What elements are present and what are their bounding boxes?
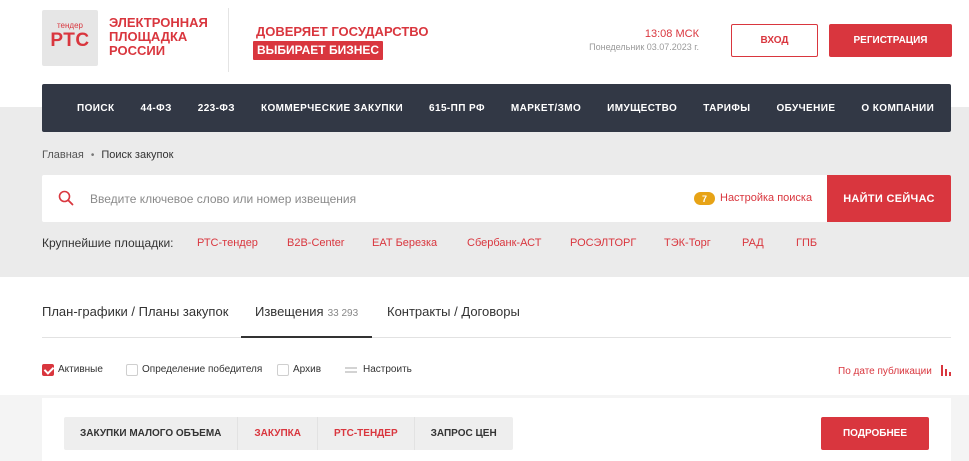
tabs-divider bbox=[42, 337, 951, 338]
tag-price-request: ЗАПРОС ЦЕН bbox=[430, 428, 497, 439]
nav-item-about[interactable]: О КОМПАНИИ bbox=[861, 103, 934, 114]
logo-rts-label: РТС bbox=[50, 30, 90, 51]
find-now-button[interactable]: НАЙТИ СЕЙЧАС bbox=[827, 175, 951, 222]
tag-rts-tender[interactable]: РТС-ТЕНДЕР bbox=[318, 417, 415, 450]
breadcrumb: Главная • Поиск закупок bbox=[42, 149, 173, 161]
nav-item-property[interactable]: ИМУЩЕСТВО bbox=[607, 103, 677, 114]
nav-item-market[interactable]: МАРКЕТ/ЗМО bbox=[511, 103, 581, 114]
tab-notices[interactable]: Извещения 33 293 bbox=[255, 304, 358, 319]
platform-link-tek[interactable]: ТЭК-Торг bbox=[664, 237, 711, 249]
slogan-line-2: ВЫБИРАЕТ БИЗНЕС bbox=[253, 41, 384, 60]
breadcrumb-current: Поиск закупок bbox=[101, 149, 174, 161]
clock-time: 13:08 МСК bbox=[644, 28, 699, 40]
search-settings-count: 7 bbox=[694, 192, 715, 205]
filter-active-checkbox[interactable] bbox=[42, 364, 54, 376]
filter-active-label[interactable]: Активные bbox=[58, 364, 103, 375]
configure-icon[interactable] bbox=[345, 366, 357, 374]
platforms-label: Крупнейшие площадки: bbox=[42, 236, 174, 250]
details-button[interactable]: ПОДРОБНЕЕ bbox=[821, 417, 929, 450]
filter-archive-checkbox[interactable] bbox=[277, 364, 289, 376]
search-bar: 7 Настройка поиска bbox=[42, 175, 827, 222]
tab-plans[interactable]: План-графики / Планы закупок bbox=[42, 304, 228, 319]
main-nav: ПОИСК 44-ФЗ 223-ФЗ КОММЕРЧЕСКИЕ ЗАКУПКИ … bbox=[42, 84, 951, 132]
logo-tagline: ЭЛЕКТРОННАЯ ПЛОЩАДКА РОССИИ bbox=[109, 15, 208, 58]
nav-item-commercial[interactable]: КОММЕРЧЕСКИЕ ЗАКУПКИ bbox=[261, 103, 403, 114]
nav-item-education[interactable]: ОБУЧЕНИЕ bbox=[776, 103, 835, 114]
nav-item-tariffs[interactable]: ТАРИФЫ bbox=[703, 103, 750, 114]
nav-item-615pp[interactable]: 615-ПП РФ bbox=[429, 103, 485, 114]
active-tab-indicator bbox=[241, 336, 372, 338]
login-button[interactable]: ВХОД bbox=[731, 24, 818, 57]
card-tags: ЗАКУПКИ МАЛОГО ОБЪЕМА ЗАКУПКА РТС-ТЕНДЕР… bbox=[64, 417, 513, 450]
header-divider bbox=[228, 8, 229, 72]
platform-link-sberbank[interactable]: Сбербанк-АСТ bbox=[467, 237, 541, 249]
tab-contracts-label: Контракты / Договоры bbox=[387, 304, 520, 319]
filter-winner-checkbox[interactable] bbox=[126, 364, 138, 376]
platform-link-roseltorg[interactable]: РОСЭЛТОРГ bbox=[570, 237, 636, 249]
slogan-line-1: ДОВЕРЯЕТ ГОСУДАРСТВО bbox=[256, 24, 429, 39]
tag-purchase[interactable]: ЗАКУПКА bbox=[238, 417, 318, 450]
search-input[interactable] bbox=[90, 188, 590, 210]
nav-item-223fz[interactable]: 223-ФЗ bbox=[198, 103, 235, 114]
nav-item-44fz[interactable]: 44-ФЗ bbox=[140, 103, 171, 114]
nav-item-search[interactable]: ПОИСК bbox=[77, 103, 114, 114]
tag-small-volume: ЗАКУПКИ МАЛОГО ОБЪЕМА bbox=[64, 417, 239, 450]
logo[interactable]: тендер РТС bbox=[42, 10, 98, 66]
sort-by-date-link[interactable]: По дате публикации bbox=[838, 366, 932, 377]
register-button[interactable]: РЕГИСТРАЦИЯ bbox=[829, 24, 952, 57]
platform-link-rad[interactable]: РАД bbox=[742, 237, 764, 249]
tab-notices-count: 33 293 bbox=[327, 308, 359, 319]
sort-bars-icon[interactable] bbox=[941, 365, 952, 376]
tab-plans-label: План-графики / Планы закупок bbox=[42, 304, 229, 319]
platform-link-rts[interactable]: РТС-тендер bbox=[197, 237, 258, 249]
search-settings-link[interactable]: Настройка поиска bbox=[720, 192, 812, 204]
logo-tender-label: тендер bbox=[56, 21, 83, 30]
filter-archive-label[interactable]: Архив bbox=[293, 364, 321, 375]
search-icon[interactable] bbox=[58, 190, 74, 206]
configure-link[interactable]: Настроить bbox=[363, 364, 412, 375]
platform-link-b2b[interactable]: B2B-Center bbox=[287, 237, 344, 249]
clock-date: Понедельник 03.07.2023 г. bbox=[589, 42, 699, 52]
tab-contracts[interactable]: Контракты / Договоры bbox=[387, 304, 520, 319]
filter-winner-label[interactable]: Определение победителя bbox=[142, 364, 262, 375]
breadcrumb-separator: • bbox=[90, 149, 95, 161]
platform-link-gpb[interactable]: ГПБ bbox=[796, 237, 817, 249]
platform-link-eat[interactable]: ЕАТ Березка bbox=[372, 237, 437, 249]
breadcrumb-home[interactable]: Главная bbox=[42, 149, 84, 161]
tab-notices-label: Извещения bbox=[255, 304, 324, 319]
